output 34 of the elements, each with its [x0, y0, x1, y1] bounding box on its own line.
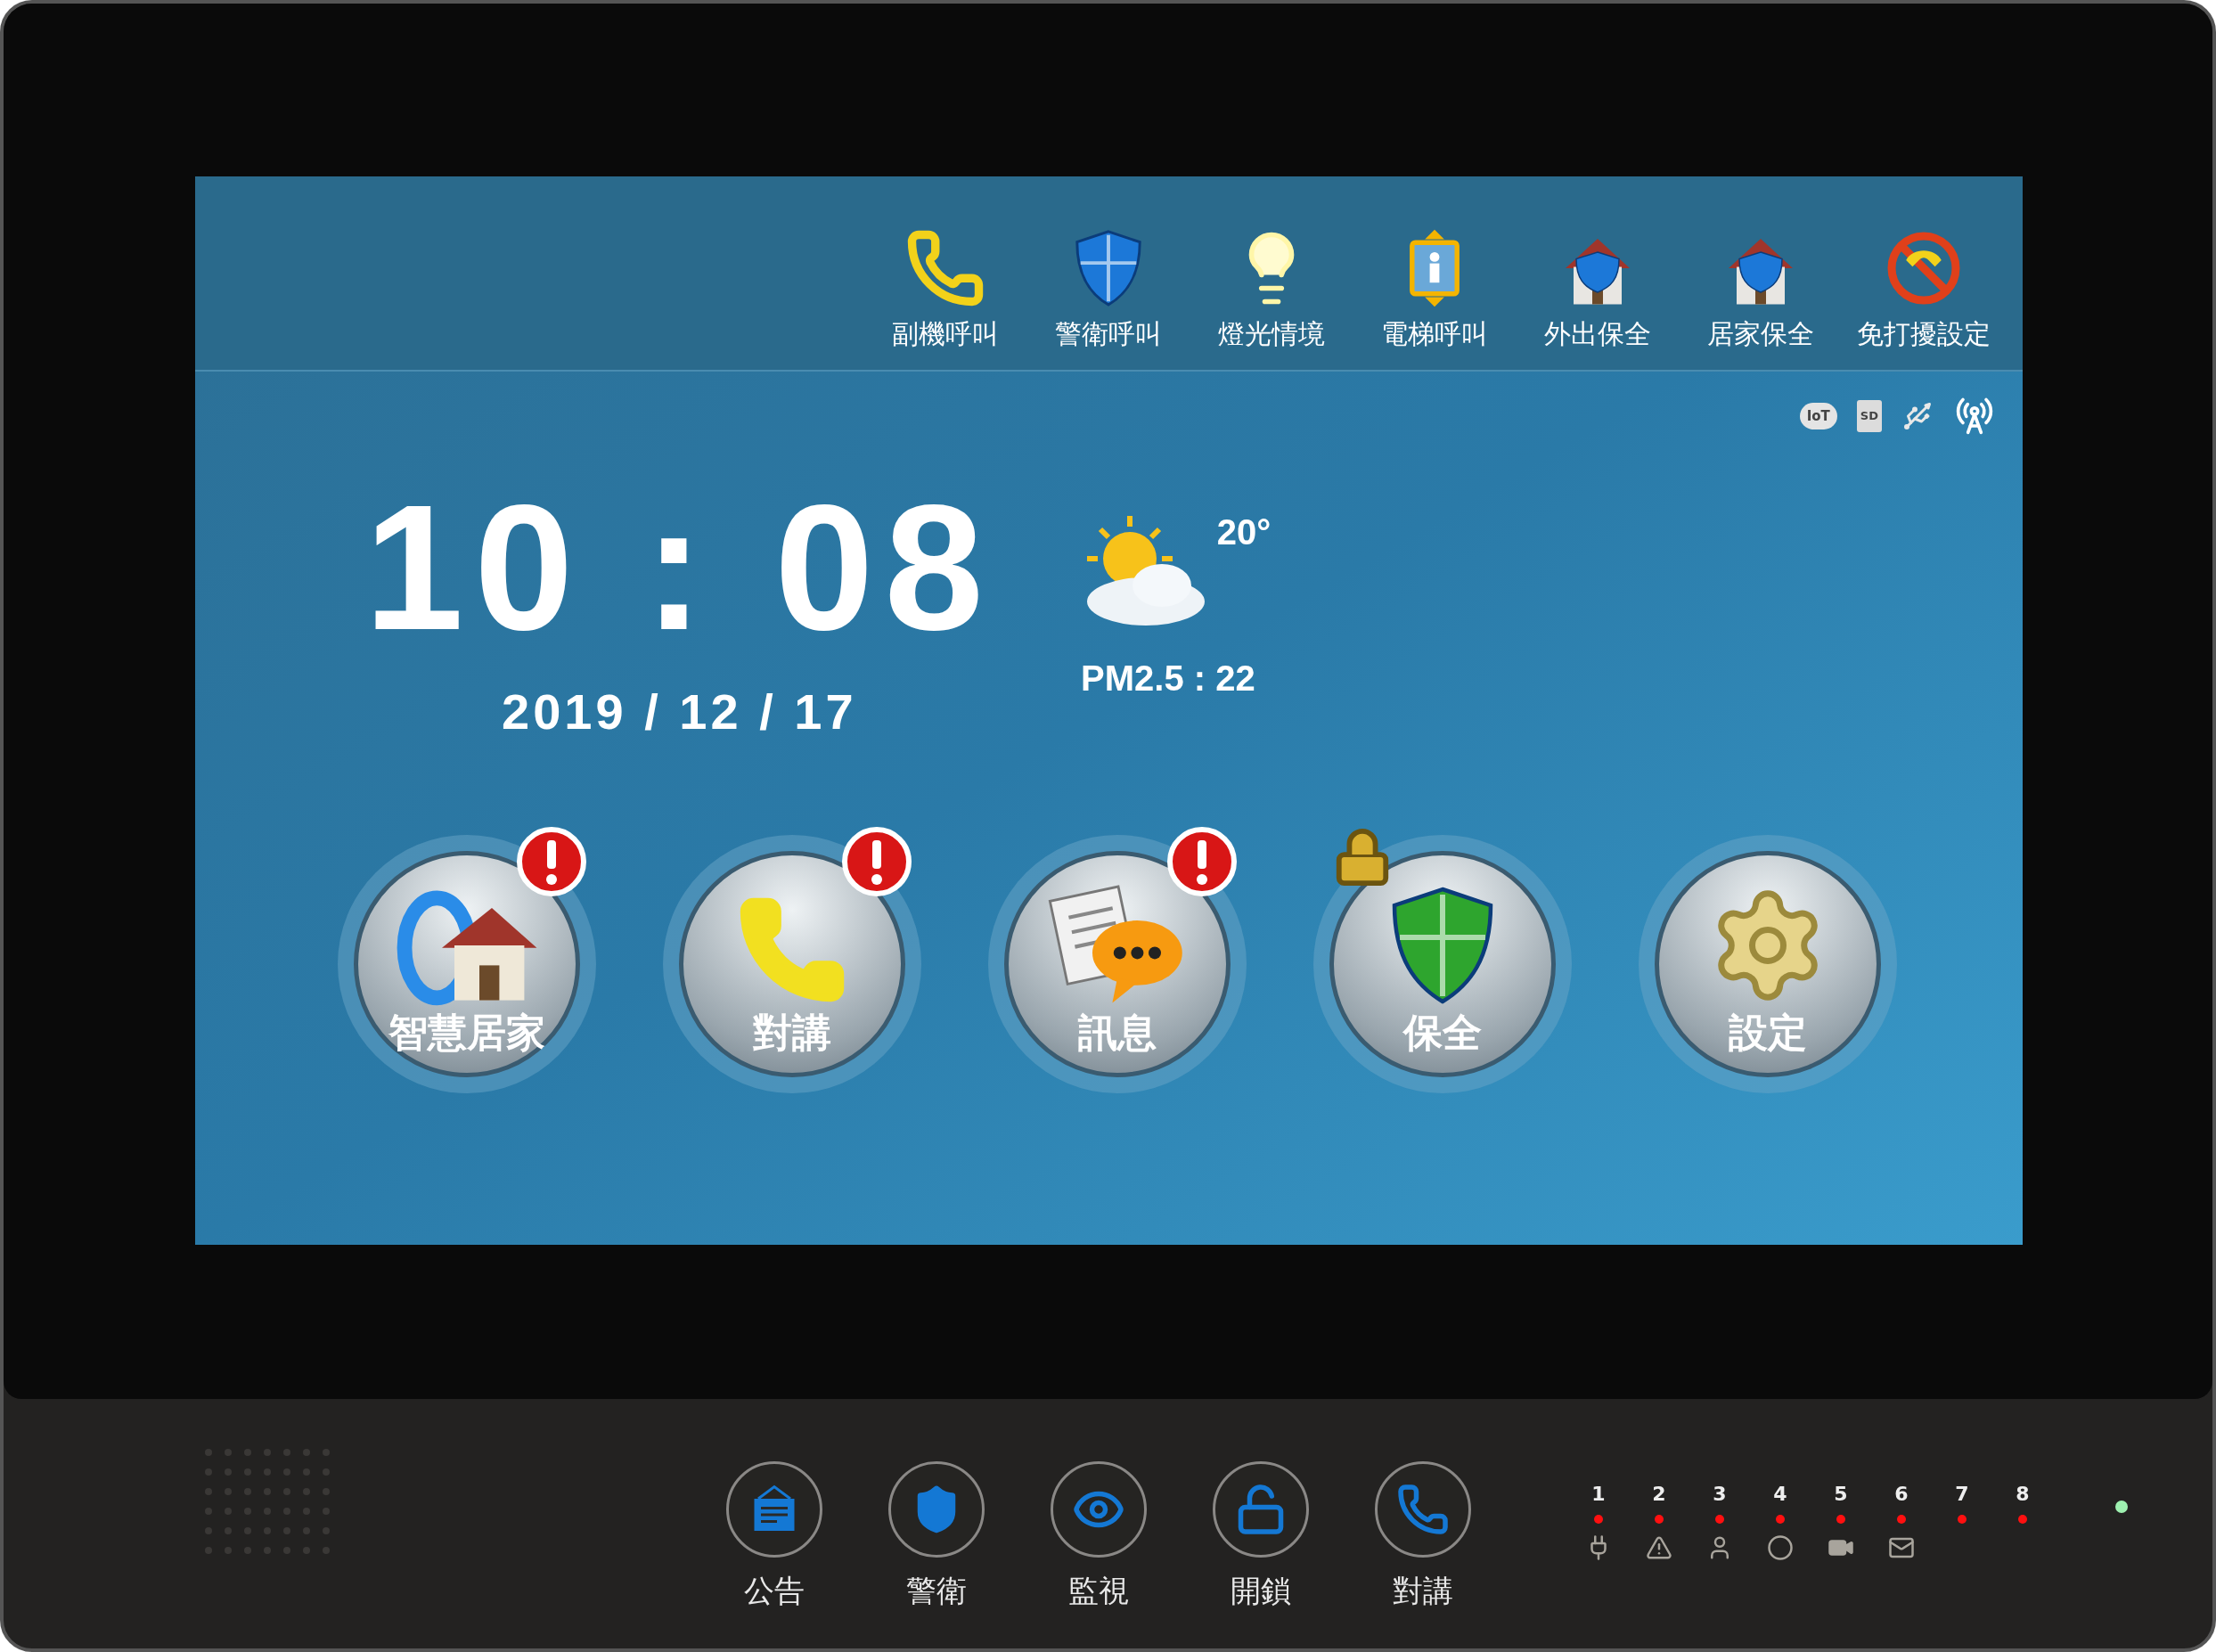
shortcut-button[interactable]: 免打擾設定 [1842, 228, 2005, 354]
indicator-number: 5 [1834, 1484, 1848, 1504]
indicator-number: 6 [1894, 1484, 1909, 1504]
indicator-number: 3 [1713, 1484, 1727, 1504]
indicator-number: 7 [1955, 1484, 1969, 1504]
shortcut-button[interactable]: 居家保全 [1679, 228, 1842, 354]
sd-card-icon: SD [1856, 400, 1882, 432]
iot-cloud-icon: IoT [1799, 403, 1837, 429]
hardware-button-label: 開鎖 [1231, 1572, 1291, 1610]
date-text: 2019 / 12 / 17 [502, 683, 857, 741]
circle-icon [1767, 1534, 1794, 1561]
pm25-text: PM2.5 : 22 [1081, 658, 1255, 699]
app-label: 保全 [1403, 1009, 1482, 1057]
warning-icon [1646, 1534, 1672, 1561]
temperature-text: 20° [1216, 511, 1272, 553]
shortcut-button[interactable]: 燈光情境 [1190, 228, 1353, 354]
hardware-button-label: 監視 [1068, 1572, 1129, 1610]
indicator-number: 8 [2016, 1484, 2030, 1504]
shortcut-button[interactable]: 副機呼叫 [863, 228, 1026, 354]
shortcut-button[interactable]: 警衛呼叫 [1026, 228, 1190, 354]
shortcut-button[interactable]: 外出保全 [1516, 228, 1679, 354]
clock-time: 10 : 08 [364, 478, 994, 657]
hardware-button-label: 對講 [1393, 1572, 1453, 1610]
indicator-number: 4 [1773, 1484, 1787, 1504]
app-label: 訊息 [1078, 1009, 1157, 1057]
hardware-button-label: 公告 [744, 1572, 805, 1610]
app-label: 智慧居家 [388, 1009, 545, 1057]
indicator-number: 1 [1591, 1484, 1606, 1504]
hardware-button-label: 警衛 [906, 1572, 967, 1610]
indicator-number: 2 [1652, 1484, 1666, 1504]
app-label: 對講 [753, 1009, 831, 1057]
app-label: 設定 [1729, 1009, 1807, 1057]
phone-icon [1396, 1483, 1450, 1536]
shortcut-button[interactable]: 電梯呼叫 [1353, 228, 1516, 354]
